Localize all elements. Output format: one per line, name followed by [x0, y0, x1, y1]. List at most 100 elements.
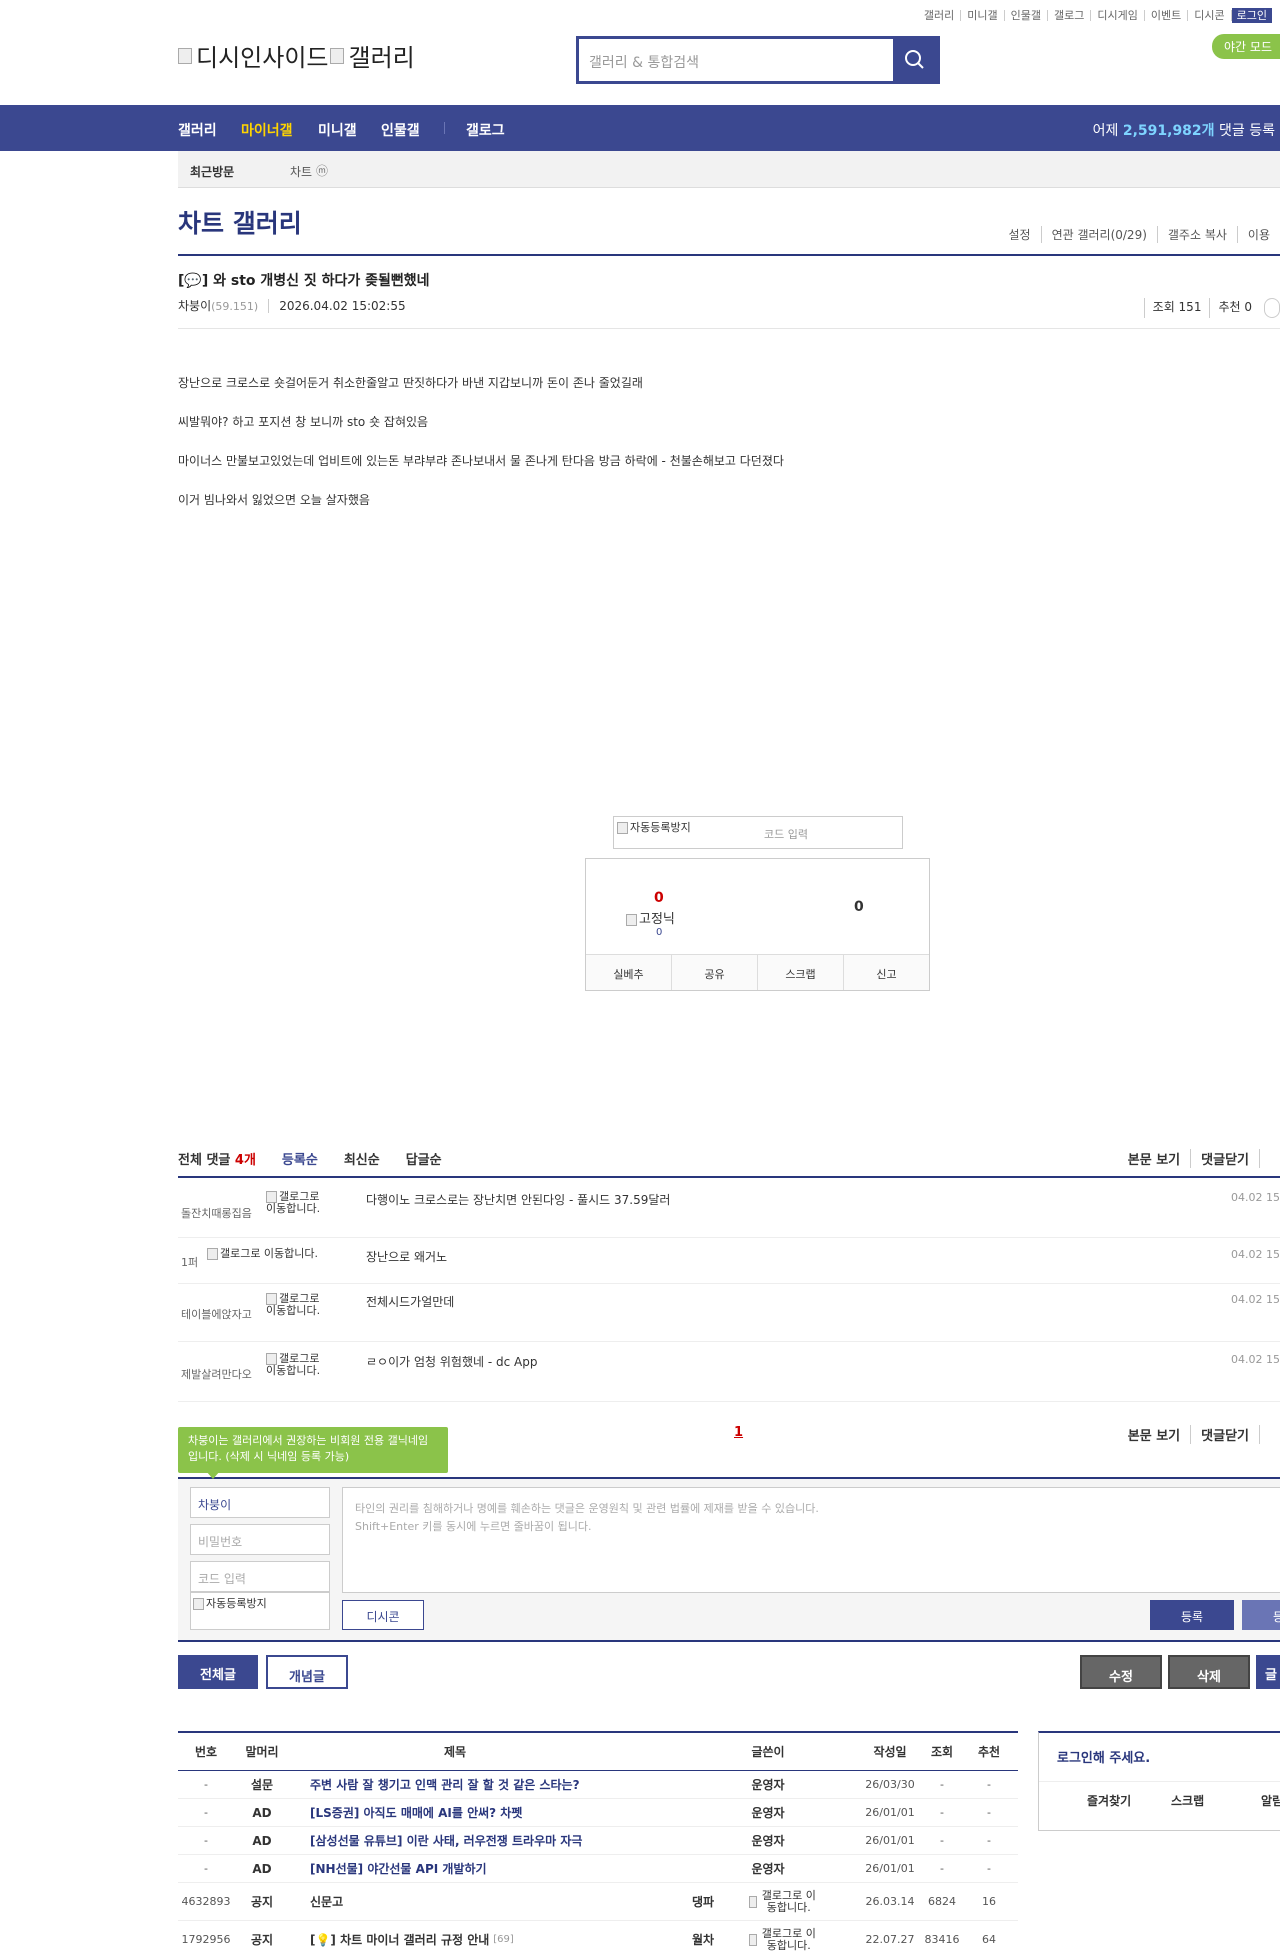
scrap-button[interactable]: 스크랩	[758, 955, 844, 990]
view-post-link[interactable]: 본문 보기	[1118, 1149, 1190, 1168]
nav-gallery[interactable]: 갤러리	[178, 120, 217, 140]
post-title-link[interactable]: 주변 사람 잘 챙기고 인맥 관리 잘 할 것 같은 스타는?	[310, 1771, 580, 1798]
post-recommend: 64	[982, 1933, 996, 1946]
sort-latest[interactable]: 최신순	[344, 1149, 380, 1168]
comment-text: ㄹㅇ이가 엄청 위험했네 - dc App	[366, 1355, 538, 1369]
share-button[interactable]: 공유	[672, 955, 758, 990]
post-recommend: 추천 0	[1209, 298, 1260, 318]
night-mode-toggle[interactable]: 야간 모드	[1212, 34, 1280, 59]
submit-button[interactable]: 등록	[1150, 1600, 1234, 1630]
nickname-field[interactable]: 차붕이	[190, 1487, 330, 1518]
usage-link[interactable]: 이용	[1236, 226, 1280, 243]
notification-link[interactable]: 알림	[1261, 1792, 1280, 1809]
col-views: 조회	[930, 1745, 954, 1759]
post-number: -	[204, 1834, 208, 1847]
close-comments-link[interactable]: 댓글닫기	[1190, 1149, 1259, 1168]
nav-mini[interactable]: 미니갤	[318, 120, 357, 140]
fixed-nick-count: 0	[656, 927, 663, 938]
login-prompt[interactable]: 로그인해 주세요.	[1057, 1747, 1150, 1766]
site-logo[interactable]: 디시인사이드 갤러리	[178, 38, 415, 73]
nav-person[interactable]: 인물갤	[381, 120, 420, 140]
gallog-link[interactable]: 갤로그로 이동합니다.	[266, 1353, 326, 1377]
scrap-link[interactable]: 스크랩	[1171, 1792, 1204, 1809]
gallog-link[interactable]: 갤로그로 이동합니다.	[266, 1191, 326, 1215]
gallog-link[interactable]: 갤로그로 이동합니다.	[200, 1248, 325, 1260]
related-gallery-link[interactable]: 연관 갤러리(0/29)	[1040, 226, 1157, 243]
report-button[interactable]: 신고	[844, 955, 929, 990]
settings-link[interactable]: 설정	[998, 226, 1040, 243]
comment-nick[interactable]: 테이블에앉자고	[181, 1306, 252, 1322]
post-number: -	[204, 1778, 208, 1791]
broken-image-icon	[330, 47, 345, 64]
guest-nick-tooltip: 차붕이는 갤러리에서 권장하는 비회원 전용 갤닉네임입니다. (삭제 시 닉네…	[178, 1427, 448, 1473]
recent-chart-link[interactable]: 차트	[290, 163, 312, 180]
post-title-link[interactable]: [삼성선물 유튜브] 이란 사태, 러우전쟁 트라우마 자극	[310, 1827, 582, 1854]
gallog-link[interactable]: 갤로그로 이동합니다.	[749, 1921, 819, 1958]
post-writer[interactable]: 운영자	[723, 1855, 813, 1882]
post-writer[interactable]: 댕파	[678, 1883, 728, 1920]
post-title-link[interactable]: [LS증권] 아직도 매매에 AI를 안써? 차펫	[310, 1799, 522, 1826]
sort-reply[interactable]: 답글순	[406, 1149, 442, 1168]
post-date: 26/01/01	[865, 1806, 915, 1819]
search-button[interactable]	[893, 39, 937, 81]
post-title-text: [NH선물] 야간선물 API 개발하기	[310, 1862, 487, 1876]
broken-image-icon	[626, 913, 637, 926]
post-author[interactable]: 차붕이	[178, 299, 211, 313]
sort-registered[interactable]: 등록순	[282, 1149, 318, 1168]
concept-posts-button[interactable]: 개념글	[266, 1655, 348, 1689]
post-title-link[interactable]: [💡] 차트 마이너 갤러리 규정 안내 [69]	[310, 1921, 514, 1958]
comment-nick[interactable]: 제발살려만다오	[181, 1366, 252, 1382]
post-head: 공지	[250, 1933, 274, 1947]
post-stats: 조회 151 추천 0	[1143, 298, 1280, 318]
captcha-input[interactable]: 코드 입력	[764, 826, 808, 842]
page: 갤러리 미니갤 인물갤 갤로그 디시게임 이벤트 디시콘 로그인 야간 모드 디…	[0, 0, 1280, 1958]
comment-page-1[interactable]: 1	[734, 1425, 743, 1440]
post-row: - 설문 운영자 26/03/30 - - 주변 사람 잘 챙기고 인맥 관리 잘 할 것 …	[178, 1771, 1018, 1799]
write-button[interactable]: 글	[1256, 1655, 1280, 1689]
submit-recommend-button[interactable]: 등록	[1242, 1600, 1280, 1630]
close-comments-link[interactable]: 댓글닫기	[1190, 1425, 1259, 1444]
post-title: [💬] 와 sto 개병신 짓 하다가 좆될뻔했네	[178, 273, 430, 289]
gallog-link[interactable]: 갤로그로 이동합니다.	[749, 1883, 819, 1920]
search-input[interactable]: 갤러리 & 통합검색	[579, 39, 893, 81]
comment-nick[interactable]: 돌잔치때롱집음	[181, 1205, 252, 1221]
post-views: -	[940, 1862, 944, 1875]
password-field[interactable]: 비밀번호	[190, 1524, 330, 1555]
all-posts-button[interactable]: 전체글	[178, 1655, 258, 1689]
comment-textarea[interactable]: 타인의 권리를 침해하거나 명예를 훼손하는 댓글은 운영원칙 및 관련 법률에…	[342, 1487, 1280, 1593]
topnav-game[interactable]: 디시게임	[1091, 10, 1145, 21]
dccon-button[interactable]: 디시콘	[342, 1600, 424, 1630]
post-title-link[interactable]: 신문고	[310, 1883, 343, 1920]
topnav-gallog[interactable]: 갤로그	[1048, 10, 1092, 21]
gallog-link[interactable]: 갤로그로 이동합니다.	[266, 1293, 326, 1317]
post-writer[interactable]: 운영자	[723, 1771, 813, 1798]
post-writer[interactable]: 운영자	[723, 1799, 813, 1826]
comment-nick[interactable]: 1퍼	[181, 1254, 198, 1270]
view-post-link[interactable]: 본문 보기	[1118, 1425, 1190, 1444]
post-list: 번호 말머리 제목 글쓴이 작성일 조회 추천 - 설문 운영자 26/03/30- -…	[178, 1731, 1018, 1958]
nav-minor[interactable]: 마이너갤	[241, 120, 293, 140]
post-writer[interactable]: 월차	[678, 1921, 728, 1958]
login-button[interactable]: 로그인	[1231, 8, 1272, 23]
more-link[interactable]	[1259, 1425, 1280, 1444]
edit-button[interactable]: 수정	[1080, 1655, 1162, 1689]
topnav-person[interactable]: 인물갤	[1005, 10, 1049, 21]
topnav-dccon[interactable]: 디시콘	[1188, 10, 1232, 21]
topnav-gallery[interactable]: 갤러리	[918, 10, 962, 21]
code-field[interactable]: 코드 입력	[190, 1561, 330, 1592]
delete-button[interactable]: 삭제	[1168, 1655, 1250, 1689]
copy-address-link[interactable]: 갤주소 복사	[1156, 226, 1237, 243]
post-date: 26/01/01	[865, 1862, 915, 1875]
nav-gallog[interactable]: 갤로그	[466, 120, 505, 140]
post-title-link[interactable]: [NH선물] 야간선물 API 개발하기	[310, 1855, 487, 1882]
post-more-button[interactable]	[1264, 298, 1280, 318]
gallery-title[interactable]: 차트 갤러리	[178, 204, 302, 240]
comment-bottom-actions: 본문 보기 댓글닫기	[1118, 1425, 1280, 1444]
post-writer[interactable]: 운영자	[723, 1827, 813, 1854]
topnav-event[interactable]: 이벤트	[1145, 10, 1189, 21]
favorites-link[interactable]: 즐겨찾기	[1087, 1792, 1131, 1809]
yesterday-suffix: 댓글 등록	[1219, 123, 1275, 139]
more-link[interactable]	[1259, 1149, 1280, 1168]
silbechu-button[interactable]: 실베추	[586, 955, 672, 990]
topnav-minigal[interactable]: 미니갤	[961, 10, 1005, 21]
